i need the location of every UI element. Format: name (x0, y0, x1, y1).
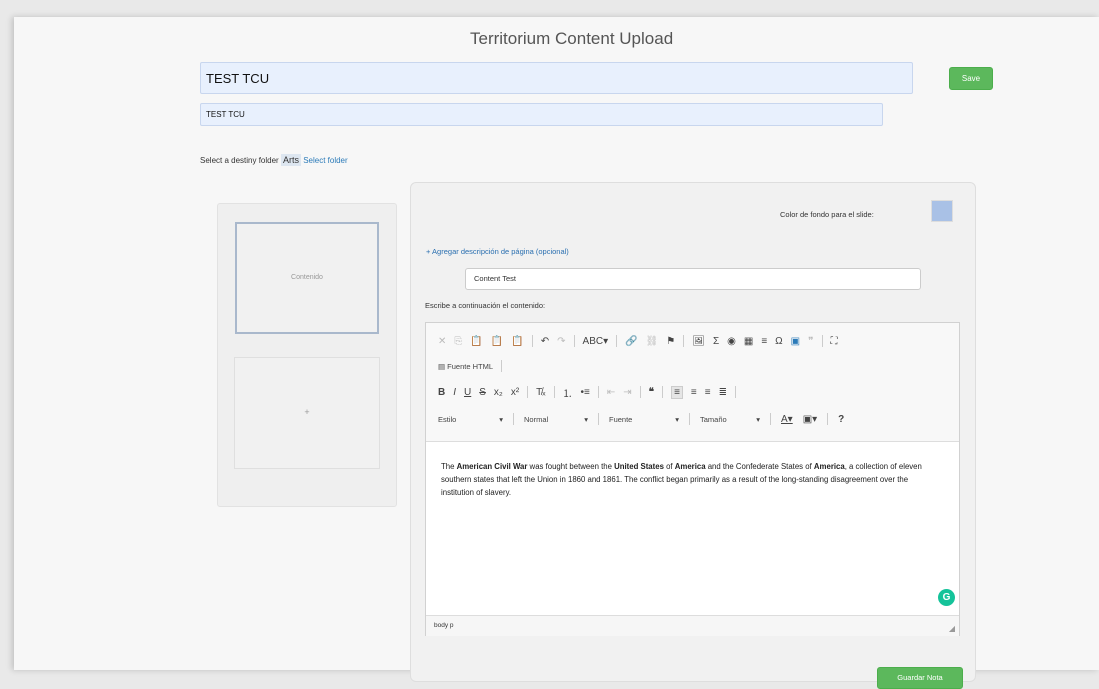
text-color-icon[interactable]: A▾ (781, 414, 793, 425)
chevron-down-icon: ▾ (756, 414, 760, 424)
special-char-icon[interactable]: Ω (775, 336, 782, 347)
editor-content[interactable]: The American Civil War was fought betwee… (441, 460, 941, 500)
add-description-link[interactable]: + Agregar descripción de página (opciona… (426, 247, 569, 256)
slides-list: Contenido + (217, 203, 397, 507)
style-select-label: Estilo (438, 414, 457, 424)
bold-text: America (813, 462, 845, 471)
grammarly-icon[interactable]: G (938, 589, 955, 606)
add-slide-button[interactable]: + (234, 357, 380, 469)
text-segment: of (663, 462, 675, 471)
copy-icon[interactable]: ⎘ (454, 336, 462, 347)
font-select-label: Fuente (609, 414, 633, 424)
font-select[interactable]: Fuente ▾ (609, 415, 679, 424)
italic-icon[interactable]: I (453, 387, 456, 398)
bg-color-swatch[interactable] (931, 200, 953, 222)
align-right-icon[interactable]: ≡ (705, 387, 711, 398)
title-input[interactable] (200, 62, 913, 94)
anchor-flag-icon[interactable]: ⚑ (666, 336, 675, 347)
justify-icon[interactable]: ≣ (719, 387, 727, 398)
bg-color-label: Color de fondo para el slide: (780, 210, 874, 219)
save-note-button[interactable]: Guardar Nota (877, 667, 963, 689)
spellcheck-icon[interactable]: ABC▾ (583, 336, 609, 347)
underline-icon[interactable]: U (464, 387, 471, 398)
style-select[interactable]: Estilo ▾ (438, 415, 503, 424)
math-icon[interactable]: Σ (713, 336, 719, 347)
element-path[interactable]: body p (434, 622, 454, 629)
source-label: Fuente HTML (447, 361, 494, 371)
content-label: Escribe a continuación el contenido: (425, 301, 546, 310)
link-icon[interactable]: 🔗 (625, 336, 637, 347)
plus-icon: + (304, 407, 310, 417)
rich-text-editor: ✕ ⎘ 📋 📋 📋 ↶ ↷ ABC▾ 🔗 ⛓ ⚑ 🖼 Σ ◉ ▦ ≡ Ω ▣ ❞… (425, 322, 960, 636)
text-segment: The (441, 462, 457, 471)
maximize-icon[interactable]: ⛶ (831, 336, 838, 347)
outdent-icon[interactable]: ⇤ (607, 387, 615, 398)
format-select[interactable]: Normal ▾ (524, 415, 588, 424)
bold-icon[interactable]: B (438, 387, 445, 398)
size-select[interactable]: Tamaño ▾ (700, 415, 760, 424)
bold-text: America (674, 462, 706, 471)
size-select-label: Tamaño (700, 414, 727, 424)
source-button[interactable]: ▤ Fuente HTML (438, 362, 493, 371)
paste-word-icon[interactable]: 📋 (511, 336, 523, 347)
strikethrough-icon[interactable]: S (479, 387, 486, 398)
save-button[interactable]: Save (949, 67, 993, 90)
table-icon[interactable]: ▦ (744, 336, 753, 347)
align-center-icon[interactable]: ≡ (691, 387, 697, 398)
slide-thumbnail[interactable]: Contenido (235, 222, 379, 334)
bg-color-icon[interactable]: ▣▾ (803, 414, 817, 425)
indent-icon[interactable]: ⇥ (623, 387, 631, 398)
text-segment: and the Confederate States of (705, 462, 814, 471)
paste-text-icon[interactable]: 📋 (491, 336, 503, 347)
align-left-icon[interactable]: ≡ (671, 385, 683, 399)
folder-selector: Select a destiny folder Arts Select fold… (200, 154, 348, 166)
undo-icon[interactable]: ↶ (541, 336, 549, 347)
paste-icon[interactable]: 📋 (470, 336, 482, 347)
page: Territorium Content Upload Save Select a… (14, 17, 1099, 689)
flash-icon[interactable]: ◉ (727, 336, 736, 347)
subtitle-input[interactable] (200, 103, 883, 126)
format-select-label: Normal (524, 414, 549, 424)
chevron-down-icon: ▾ (584, 414, 588, 424)
horizontal-rule-icon[interactable]: ≡ (761, 336, 767, 347)
resize-handle-icon[interactable]: ◢ (949, 624, 955, 633)
folder-name: Arts (280, 154, 301, 166)
bold-text: American Civil War (456, 462, 528, 471)
description-input[interactable]: Content Test (465, 268, 921, 290)
bulleted-list-icon[interactable]: •≡ (581, 387, 590, 398)
content-panel: Color de fondo para el slide: + Agregar … (410, 182, 976, 689)
help-icon[interactable]: ? (838, 414, 844, 425)
superscript-icon[interactable]: x² (511, 387, 519, 398)
chevron-down-icon: ▾ (675, 414, 679, 424)
subscript-icon[interactable]: x₂ (494, 387, 503, 398)
quote-icon[interactable]: ❞ (808, 336, 813, 347)
element-path-bar: body p ◢ (426, 615, 959, 636)
folder-label: Select a destiny folder (200, 156, 279, 165)
cut-icon[interactable]: ✕ (438, 336, 446, 347)
image-icon[interactable]: 🖼 (692, 336, 705, 347)
select-folder-link[interactable]: Select folder (303, 156, 347, 165)
numbered-list-icon[interactable]: ⒈ (563, 385, 573, 400)
unlink-icon[interactable]: ⛓ (646, 336, 659, 347)
document-icon[interactable]: ▣ (791, 336, 800, 347)
bold-text: United States (614, 462, 664, 471)
blockquote-icon[interactable]: ❝ (649, 387, 654, 398)
text-segment: was fought between the (527, 462, 615, 471)
remove-format-icon[interactable]: T̸ₓ (536, 387, 545, 398)
redo-icon[interactable]: ↷ (557, 336, 565, 347)
chevron-down-icon: ▾ (499, 414, 503, 424)
editor-toolbar: ✕ ⎘ 📋 📋 📋 ↶ ↷ ABC▾ 🔗 ⛓ ⚑ 🖼 Σ ◉ ▦ ≡ Ω ▣ ❞… (426, 323, 959, 442)
slide-label: Contenido (291, 274, 323, 281)
